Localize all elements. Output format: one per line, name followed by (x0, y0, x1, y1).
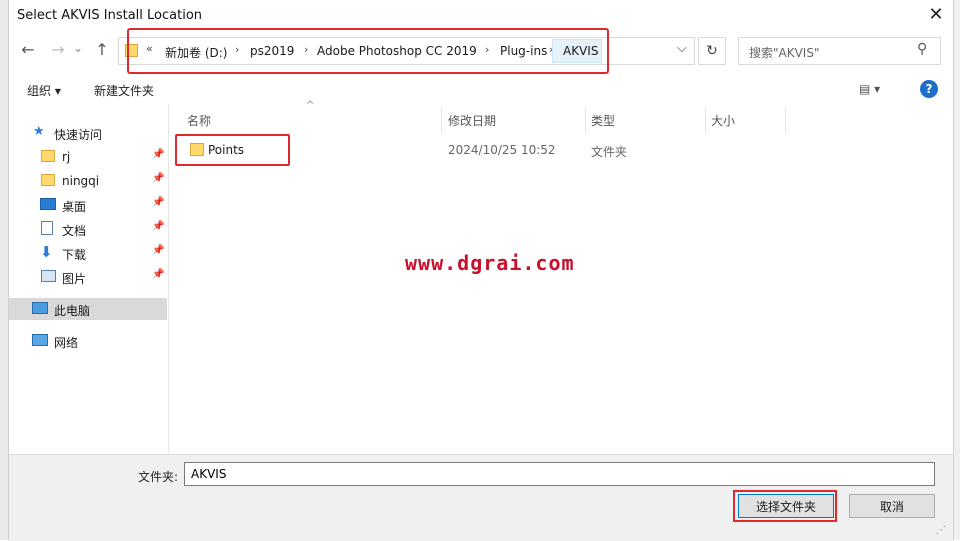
sidebar-item-label: rj (62, 150, 71, 164)
close-icon[interactable]: ✕ (925, 4, 947, 26)
picture-icon (41, 270, 56, 282)
recent-locations-icon[interactable]: ⌄ (71, 37, 85, 59)
watermark-text: www.dgrai.com (405, 251, 575, 275)
network-icon (32, 334, 48, 346)
navigation-pane: ★ 快速访问 rj 📌 ningqi 📌 桌面 📌 文档 📌 ⬇ 下载 📌 图片… (9, 104, 169, 453)
folder-icon (41, 150, 55, 162)
column-divider[interactable] (585, 106, 586, 132)
search-input[interactable]: 搜索"AKVIS" (749, 44, 819, 61)
column-header-size[interactable]: 大小 (711, 112, 735, 129)
file-highlight-box (175, 134, 290, 166)
sidebar-item-pictures[interactable]: 图片 📌 (9, 266, 167, 288)
address-dropdown-icon[interactable]: ⌵ (677, 41, 687, 56)
download-icon: ⬇ (40, 243, 53, 261)
document-icon (41, 221, 53, 235)
pin-icon: 📌 (152, 269, 165, 280)
folder-label: 文件夹: (138, 470, 179, 484)
column-header-name[interactable]: 名称 (187, 112, 211, 129)
pin-icon: 📌 (152, 173, 165, 184)
sidebar-item-label: 下载 (62, 248, 87, 262)
sidebar-item-rj[interactable]: rj 📌 (9, 146, 167, 168)
sidebar-item-quick-access[interactable]: ★ 快速访问 (9, 122, 167, 144)
column-divider[interactable] (705, 106, 706, 132)
pin-icon: 📌 (152, 221, 165, 232)
sidebar-item-label: 此电脑 (54, 304, 91, 318)
forward-arrow-icon[interactable]: → (47, 39, 69, 61)
background-window-strip (0, 0, 8, 540)
address-highlight-box (127, 28, 609, 74)
sidebar-item-label: 图片 (62, 272, 87, 286)
column-header-date[interactable]: 修改日期 (448, 112, 496, 129)
pin-icon: 📌 (152, 197, 165, 208)
window-title: Select AKVIS Install Location (17, 8, 203, 23)
select-button-highlight-box (733, 490, 837, 522)
refresh-icon[interactable]: ↻ (698, 37, 726, 65)
column-header-type[interactable]: 类型 (591, 112, 615, 129)
file-type: 文件夹 (591, 145, 628, 159)
sidebar-item-desktop[interactable]: 桌面 📌 (9, 194, 167, 216)
desktop-icon (40, 198, 56, 210)
new-folder-button[interactable]: 新建文件夹 (94, 82, 154, 99)
star-icon: ★ (33, 124, 45, 139)
organize-menu-button[interactable]: 组织 ▾ (27, 82, 61, 99)
search-box[interactable]: 搜索"AKVIS" ⚲ (738, 37, 941, 65)
file-date: 2024/10/25 10:52 (448, 143, 556, 157)
sidebar-item-downloads[interactable]: ⬇ 下载 📌 (9, 242, 167, 264)
sidebar-item-label: 桌面 (62, 200, 87, 214)
pin-icon: 📌 (152, 149, 165, 160)
sidebar-item-this-pc[interactable]: 此电脑 (9, 298, 167, 320)
sidebar-item-label: 网络 (54, 336, 79, 350)
sidebar-item-label: 文档 (62, 224, 87, 238)
sidebar-item-documents[interactable]: 文档 📌 (9, 218, 167, 240)
sort-ascending-icon: ^ (306, 100, 315, 111)
back-arrow-icon[interactable]: ← (17, 39, 39, 61)
computer-icon (32, 302, 48, 314)
help-icon[interactable]: ? (920, 80, 938, 98)
search-icon[interactable]: ⚲ (917, 41, 927, 57)
folder-picker-dialog: Select AKVIS Install Location ✕ ← → ⌄ ↑ … (8, 0, 954, 541)
resize-grip-icon[interactable]: ⋰ (936, 525, 946, 536)
folder-name-input[interactable] (184, 462, 935, 486)
view-options-icon[interactable]: ▤ ▾ (859, 82, 880, 96)
sidebar-item-label: ningqi (62, 174, 100, 188)
title-bar: Select AKVIS Install Location ✕ (9, 0, 953, 30)
up-arrow-icon[interactable]: ↑ (91, 39, 113, 61)
sidebar-item-network[interactable]: 网络 (9, 330, 167, 352)
column-divider[interactable] (785, 106, 786, 132)
column-divider[interactable] (441, 106, 442, 132)
pin-icon: 📌 (152, 245, 165, 256)
sidebar-item-ningqi[interactable]: ningqi 📌 (9, 170, 167, 192)
cancel-button[interactable]: 取消 (849, 494, 935, 518)
folder-icon (41, 174, 55, 186)
sidebar-item-label: 快速访问 (54, 128, 103, 142)
